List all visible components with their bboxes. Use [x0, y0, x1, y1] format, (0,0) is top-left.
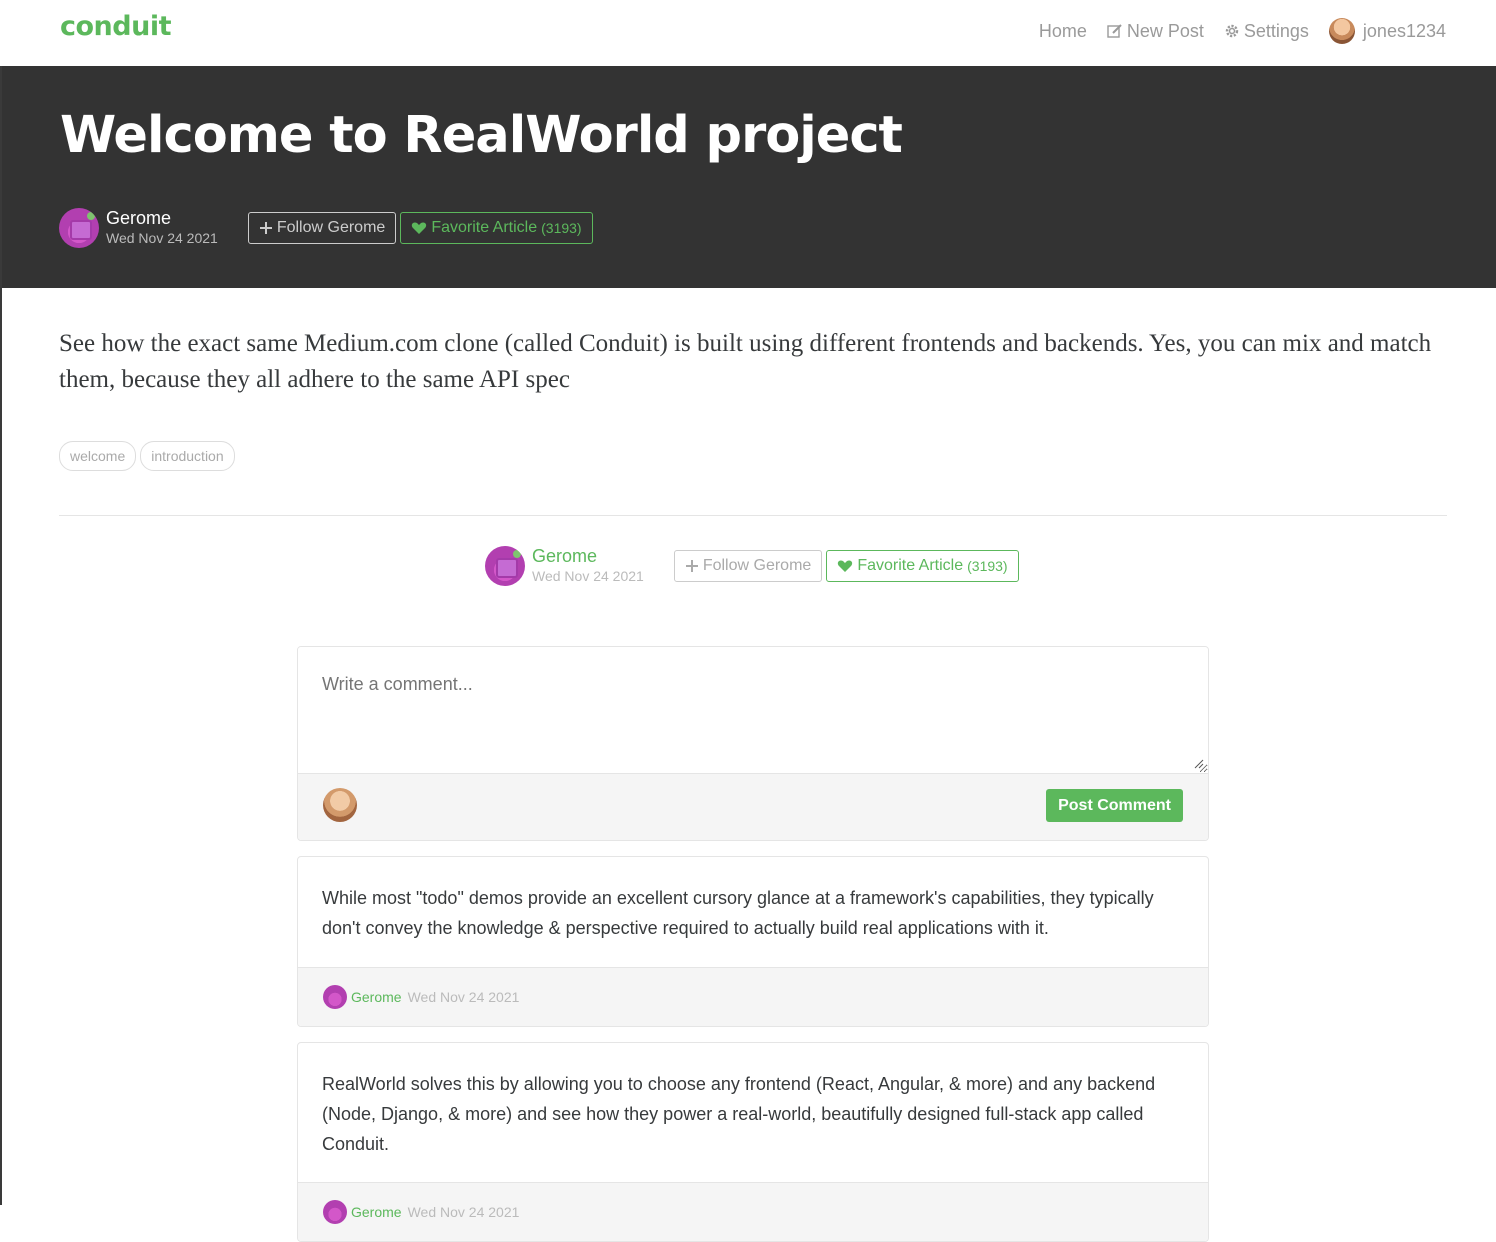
tag-pill[interactable]: introduction [140, 441, 235, 471]
article-body: See how the exact same Medium.com clone … [59, 330, 1432, 393]
comment-input[interactable] [298, 647, 1208, 773]
nav-home-label: Home [1038, 20, 1087, 41]
author-avatar[interactable] [59, 208, 99, 248]
author-name[interactable]: Gerome [532, 547, 644, 567]
brand-logo[interactable]: conduit [60, 11, 172, 42]
tag-list: welcome introduction [59, 441, 239, 471]
favorite-article-button[interactable]: Favorite Article (3193) [826, 550, 1019, 582]
article-title: Welcome to RealWorld project [60, 106, 903, 165]
comment-footer: Gerome Wed Nov 24 2021 [298, 967, 1208, 1026]
nav-new-post-label: New Post [1126, 20, 1204, 41]
nav-profile-link[interactable]: jones1234 [1328, 18, 1446, 44]
nav-settings-label: Settings [1243, 20, 1309, 41]
comment-author-avatar[interactable] [323, 1200, 347, 1224]
comment-form-footer: Post Comment [298, 773, 1208, 840]
article-meta-bottom: Gerome Wed Nov 24 2021 Follow Gerome Fav… [485, 546, 1019, 586]
nav-settings-link[interactable]: Settings [1224, 21, 1309, 42]
author-name[interactable]: Gerome [106, 209, 218, 229]
article-date: Wed Nov 24 2021 [532, 568, 644, 585]
plus-icon [259, 221, 273, 235]
comment-form: Post Comment [297, 646, 1209, 841]
comment-author[interactable]: Gerome [351, 1204, 402, 1220]
comment-author[interactable]: Gerome [351, 989, 402, 1005]
comment-date: Wed Nov 24 2021 [407, 989, 520, 1005]
follow-author-button[interactable]: Follow Gerome [247, 212, 397, 244]
author-info: Gerome Wed Nov 24 2021 [106, 209, 218, 246]
author-info: Gerome Wed Nov 24 2021 [532, 547, 644, 584]
favorite-count: (3193) [541, 220, 582, 236]
article-banner: Welcome to RealWorld project Gerome Wed … [2, 66, 1496, 288]
comment-author-avatar[interactable] [323, 985, 347, 1009]
post-comment-button[interactable]: Post Comment [1046, 789, 1183, 822]
nav-home-link[interactable]: Home [1039, 21, 1087, 42]
favorite-article-button[interactable]: Favorite Article (3193) [400, 212, 593, 244]
comment-footer: Gerome Wed Nov 24 2021 [298, 1182, 1208, 1241]
edit-icon [1107, 23, 1123, 39]
user-avatar [1328, 18, 1355, 44]
nav-new-post-link[interactable]: New Post [1107, 21, 1204, 42]
comment-text: RealWorld solves this by allowing you to… [322, 1074, 1156, 1154]
follow-author-button[interactable]: Follow Gerome [673, 550, 823, 582]
nav-username: jones1234 [1362, 20, 1446, 41]
favorite-label: Favorite Article [431, 219, 538, 236]
top-navbar: conduit Home New Post Settings jones1234 [0, 0, 1496, 66]
comment-card: While most "todo" demos provide an excel… [297, 856, 1209, 1027]
article-date: Wed Nov 24 2021 [106, 230, 218, 247]
comment-date: Wed Nov 24 2021 [407, 1204, 520, 1220]
favorite-label: Favorite Article [857, 557, 964, 574]
heart-icon [411, 221, 427, 235]
nav-links: Home New Post Settings jones1234 [1019, 17, 1446, 45]
plus-icon [685, 559, 699, 573]
author-avatar[interactable] [485, 546, 525, 586]
gear-icon [1224, 23, 1240, 39]
comment-card: RealWorld solves this by allowing you to… [297, 1042, 1209, 1242]
article-meta-top: Gerome Wed Nov 24 2021 Follow Gerome Fav… [59, 208, 593, 248]
heart-icon [837, 559, 853, 573]
follow-label: Follow Gerome [702, 557, 812, 574]
divider [59, 515, 1447, 516]
favorite-count: (3193) [967, 558, 1008, 574]
tag-pill[interactable]: welcome [59, 441, 137, 471]
follow-label: Follow Gerome [276, 219, 386, 236]
comment-text: While most "todo" demos provide an excel… [322, 888, 1154, 938]
current-user-avatar [323, 788, 357, 822]
resize-handle-icon[interactable] [1194, 759, 1204, 769]
